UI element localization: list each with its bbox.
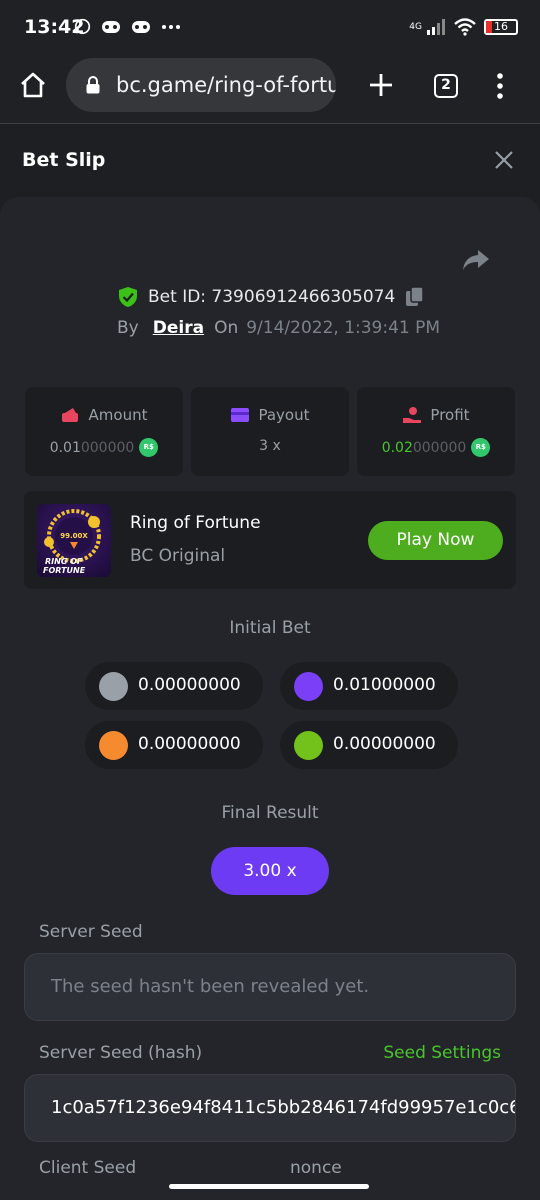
grey-dot-icon	[99, 672, 128, 701]
seed-settings-link[interactable]: Seed Settings	[383, 1043, 501, 1063]
url-text: bc.game/ring-of-fortu	[116, 73, 336, 97]
currency-coin-icon: R$	[139, 438, 159, 457]
battery-icon: 16	[484, 19, 518, 35]
whatsapp-icon	[74, 18, 91, 35]
server-seed-hash-value: 1c0a57f1236e94f8411c5bb2846174fd99957e1c…	[51, 1097, 516, 1118]
game-thumbnail[interactable]: 99.00X RING OF FORTUNE	[37, 504, 111, 577]
server-seed-field[interactable]: The seed hasn't been revealed yet.	[24, 953, 516, 1021]
bet-value: 0.00000000	[333, 734, 436, 754]
amount-label: Amount	[88, 406, 148, 424]
bet-id: Bet ID: 73906912466305074	[148, 287, 396, 307]
final-result-value: 3.00 x	[211, 847, 329, 895]
game-name: Ring of Fortune	[130, 513, 261, 533]
signal-icon	[427, 19, 445, 35]
wallet-icon	[231, 408, 250, 422]
bet-chip-purple: 0.01000000	[280, 662, 458, 710]
page-title: Bet Slip	[22, 149, 106, 171]
address-bar[interactable]: bc.game/ring-of-fortu	[66, 58, 336, 112]
game-subtitle: BC Original	[130, 546, 226, 566]
server-seed-hash-label: Server Seed (hash)	[39, 1043, 203, 1063]
thumb-title-line2: FORTUNE	[43, 566, 86, 575]
amount-stat: Amount 0.01000000 R$	[25, 387, 183, 476]
server-seed-value: The seed hasn't been revealed yet.	[51, 976, 370, 997]
on-label: On	[214, 318, 239, 338]
status-bar: 13:42 4G 16	[0, 0, 540, 56]
profit-label: Profit	[430, 406, 470, 424]
green-dot-icon	[294, 731, 323, 760]
browser-menu-icon[interactable]	[492, 71, 508, 101]
bet-id-row: Bet ID: 73906912466305074	[118, 286, 425, 308]
orange-dot-icon	[99, 731, 128, 760]
game-card: 99.00X RING OF FORTUNE Ring of Fortune B…	[24, 491, 516, 589]
profit-hand-icon	[403, 407, 422, 423]
by-label: By	[117, 318, 139, 338]
game-controller-icon	[102, 20, 120, 33]
game-controller-icon	[132, 20, 150, 33]
profit-value-trailing: 000000	[412, 439, 467, 456]
bet-value: 0.00000000	[138, 734, 241, 754]
system-icons: 4G 16	[409, 18, 518, 36]
tab-switcher-button[interactable]: 2	[434, 74, 458, 98]
close-icon[interactable]	[494, 150, 514, 170]
user-link[interactable]: Deira	[153, 318, 204, 338]
server-seed-hash-field[interactable]: 1c0a57f1236e94f8411c5bb2846174fd99957e1c…	[24, 1074, 516, 1142]
panel-header: Bet Slip	[0, 125, 540, 197]
network-type: 4G	[409, 22, 422, 32]
share-icon[interactable]	[462, 248, 490, 272]
payout-value: 3 x	[259, 438, 281, 454]
more-notifications-icon	[162, 24, 180, 29]
bet-value: 0.00000000	[138, 675, 241, 695]
profit-stat: Profit 0.02000000 R$	[357, 387, 515, 476]
bet-chip-green: 0.00000000	[280, 721, 458, 769]
amount-value: 0.01	[49, 439, 81, 456]
ring-of-fortune-logo: 99.00X RING OF FORTUNE	[43, 509, 101, 575]
nonce-label: nonce	[290, 1158, 342, 1178]
currency-coin-icon: R$	[471, 438, 491, 457]
copy-icon[interactable]	[405, 286, 425, 308]
initial-bet-title: Initial Bet	[229, 618, 311, 638]
final-result-title: Final Result	[221, 803, 319, 823]
bet-date: 9/14/2022, 1:39:41 PM	[246, 318, 441, 338]
wifi-icon	[454, 18, 476, 36]
thumb-multiplier: 99.00X	[60, 532, 88, 540]
browser-toolbar: bc.game/ring-of-fortu 2	[0, 56, 540, 124]
profit-value: 0.02	[381, 439, 413, 456]
payout-label: Payout	[258, 406, 310, 424]
gesture-navigation-handle[interactable]	[169, 1184, 369, 1189]
amount-icon	[61, 408, 78, 422]
server-seed-label: Server Seed	[39, 922, 143, 942]
shield-check-icon	[119, 287, 137, 307]
notification-icons	[74, 18, 181, 35]
play-now-button[interactable]: Play Now	[368, 521, 503, 560]
bet-value: 0.01000000	[333, 675, 436, 695]
purple-dot-icon	[294, 672, 323, 701]
home-icon[interactable]	[18, 70, 48, 100]
bet-author-row: By Deira On 9/14/2022, 1:39:41 PM	[117, 318, 440, 338]
lock-icon	[86, 76, 100, 94]
client-seed-label: Client Seed	[39, 1158, 137, 1178]
bet-chip-grey: 0.00000000	[85, 662, 263, 710]
amount-value-trailing: 000000	[80, 439, 135, 456]
bet-chip-orange: 0.00000000	[85, 721, 263, 769]
payout-stat: Payout 3 x	[191, 387, 349, 476]
new-tab-icon[interactable]	[366, 70, 396, 100]
thumb-title-line1: RING OF	[45, 557, 83, 566]
